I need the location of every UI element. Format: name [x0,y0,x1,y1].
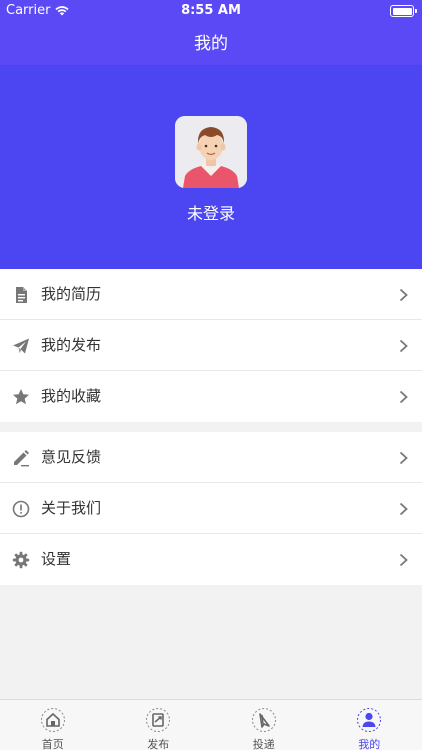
profile-header[interactable]: 未登录 [0,66,422,269]
tab-mine[interactable]: 我的 [317,700,422,750]
chevron-right-icon [399,553,408,567]
status-bar: Carrier 8:55 AM [0,0,422,22]
menu-item-label: 我的发布 [41,336,102,354]
tab-bar: 首页 发布 投递 我的 [0,699,422,750]
menu-item-label: 意见反馈 [41,448,102,466]
tab-publish[interactable]: 发布 [106,700,212,750]
menu-item-favorites[interactable]: 我的收藏 [0,371,422,422]
pencil-icon [14,450,29,467]
document-icon [16,287,27,303]
gear-icon [12,551,30,569]
info-circle-icon [12,500,30,518]
deliver-icon [251,708,276,732]
male-avatar-icon [175,116,247,188]
menu-item-settings[interactable]: 设置 [0,534,422,585]
star-icon [13,389,29,405]
login-status[interactable]: 未登录 [0,200,422,224]
menu-item-label: 设置 [41,550,72,568]
tab-label: 我的 [358,738,381,750]
user-icon [357,708,382,732]
menu-item-about-us[interactable]: 关于我们 [0,483,422,534]
chevron-right-icon [399,390,408,404]
chevron-right-icon [399,451,408,465]
nav-bar: 我的 [0,22,422,66]
menu-item-feedback[interactable]: 意见反馈 [0,432,422,483]
chevron-right-icon [399,502,408,516]
battery-icon [390,5,417,17]
tab-label: 投递 [252,738,275,750]
publish-icon [146,708,171,732]
page-title: 我的 [194,34,228,54]
clock: 8:55 AM [181,3,241,18]
tab-label: 发布 [147,738,170,750]
chevron-right-icon [399,288,408,302]
menu-group-personal: 我的简历 我的发布 我的收藏 [0,269,422,422]
tab-deliver[interactable]: 投递 [211,700,317,750]
menu-item-my-posts[interactable]: 我的发布 [0,320,422,371]
tab-home[interactable]: 首页 [0,700,106,750]
home-icon [40,708,65,732]
menu-item-label: 我的收藏 [41,387,102,405]
chevron-right-icon [399,339,408,353]
menu-item-resume[interactable]: 我的简历 [0,269,422,320]
avatar[interactable] [175,116,247,188]
menu-item-label: 关于我们 [41,499,102,517]
menu-group-app: 意见反馈 关于我们 设置 [0,432,422,585]
paper-plane-icon [13,338,29,354]
tab-label: 首页 [41,738,64,750]
menu-item-label: 我的简历 [41,285,102,303]
